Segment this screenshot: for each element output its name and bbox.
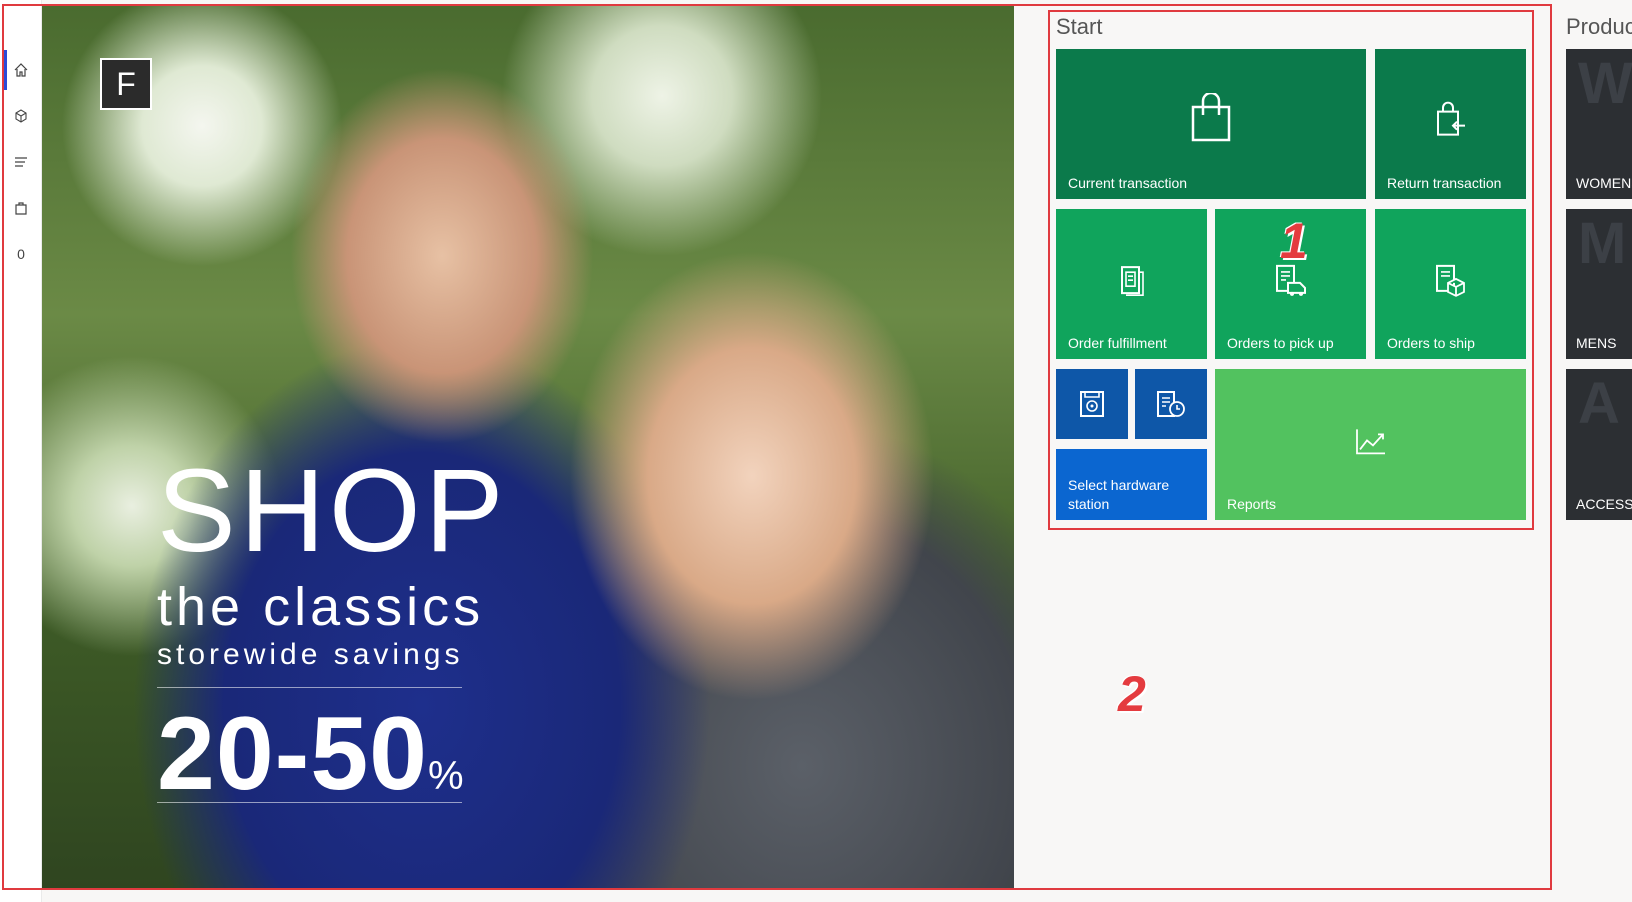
category-label: MENS: [1576, 335, 1617, 351]
hero-subheadline: the classics: [157, 577, 485, 637]
hero-discount: 20-50%: [157, 702, 465, 806]
time-clock-icon: [1155, 389, 1187, 419]
products-section-title: Produc: [1566, 14, 1632, 39]
order-fulfillment-label: Order fulfillment: [1068, 335, 1167, 351]
nav-home-button[interactable]: [4, 50, 38, 90]
current-transaction-label: Current transaction: [1068, 175, 1188, 191]
time-clock-tile[interactable]: [1135, 369, 1207, 439]
ship-box-icon: [1434, 263, 1468, 297]
select-hardware-station-label: Select hardware station: [1068, 477, 1170, 512]
category-tile-womens[interactable]: W WOMENS: [1566, 49, 1632, 199]
order-fulfillment-icon: [1119, 264, 1145, 296]
orders-to-ship-label: Orders to ship: [1387, 335, 1475, 351]
start-section-title: Start: [1056, 14, 1103, 39]
store-logo-badge: F: [100, 58, 152, 110]
shopping-bag-icon: [15, 202, 27, 215]
order-fulfillment-tile[interactable]: Order fulfillment: [1056, 209, 1207, 359]
nav-menu-button[interactable]: [4, 142, 38, 182]
nav-rail: 0: [0, 0, 42, 902]
chart-trend-icon: [1354, 426, 1388, 456]
category-label: ACCESSO: [1576, 496, 1632, 512]
hero-headline: SHOP: [157, 445, 508, 577]
hero-banner: F SHOP the classics storewide savings 20…: [42, 6, 1014, 888]
orders-to-ship-tile[interactable]: Orders to ship: [1375, 209, 1526, 359]
hero-divider-top: [157, 687, 462, 688]
nav-cart-button[interactable]: [4, 188, 38, 228]
products-icon: [15, 109, 27, 123]
return-bag-icon: [1435, 101, 1467, 138]
return-transaction-label: Return transaction: [1387, 175, 1502, 191]
reports-label: Reports: [1227, 496, 1277, 512]
category-label: WOMENS: [1576, 175, 1632, 191]
home-icon: [14, 63, 28, 77]
cart-count-label: 0: [17, 246, 25, 262]
select-hardware-station-tile[interactable]: Select hardware station: [1056, 449, 1207, 520]
hero-divider-bottom: [157, 802, 462, 803]
category-tile-mens[interactable]: M MENS: [1566, 209, 1632, 359]
return-transaction-tile[interactable]: Return transaction: [1375, 49, 1526, 199]
cash-drawer-tile[interactable]: [1056, 369, 1128, 439]
annotation-label-2: 2: [1118, 666, 1146, 722]
hero-discount-percent: %: [428, 754, 465, 798]
current-transaction-tile[interactable]: Current transaction: [1056, 49, 1366, 199]
shopping-bag-icon: [1189, 93, 1233, 143]
menu-icon: [15, 157, 27, 167]
cash-drawer-icon: [1078, 389, 1106, 419]
cart-count[interactable]: 0: [4, 234, 38, 274]
annotation-label-1: 1: [1280, 213, 1308, 269]
hero-discount-range: 20-50: [157, 696, 428, 812]
category-letter: W: [1578, 51, 1632, 116]
hero-tagline: storewide savings: [157, 638, 464, 671]
category-tile-accessories[interactable]: A ACCESSO: [1566, 369, 1632, 520]
reports-tile[interactable]: Reports: [1215, 369, 1526, 520]
nav-products-button[interactable]: [4, 96, 38, 136]
category-letter: A: [1578, 371, 1620, 436]
orders-to-pick-up-label: Orders to pick up: [1227, 335, 1334, 351]
category-letter: M: [1578, 211, 1627, 276]
